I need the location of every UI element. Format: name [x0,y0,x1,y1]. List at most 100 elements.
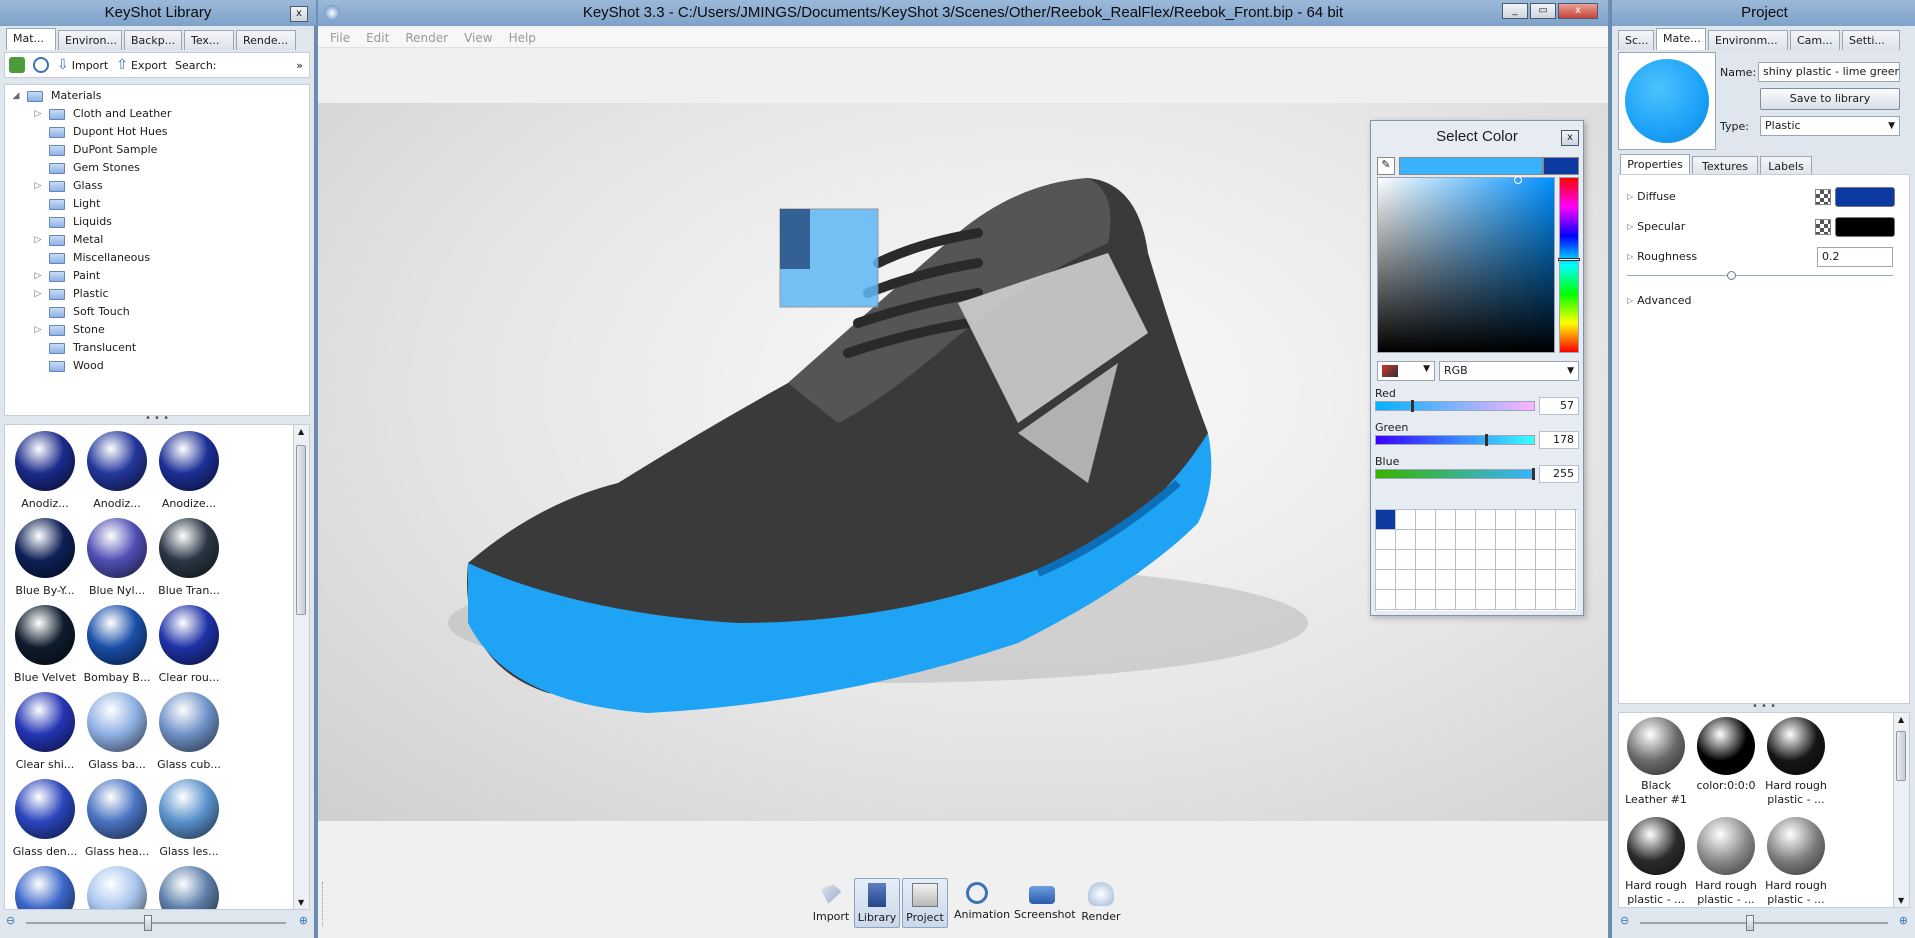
tab-scene[interactable]: Sc... [1618,30,1654,50]
screenshot-tool-button[interactable]: Screenshot [1014,878,1076,928]
material-thumb[interactable]: Glass cub... [153,692,225,771]
custom-color-swatch[interactable] [1476,530,1496,550]
material-thumb[interactable]: Glass les... [153,779,225,858]
material-type-select[interactable]: Plastic ▼ [1760,116,1900,136]
menu-view[interactable]: View [464,28,492,47]
subtab-textures[interactable]: Textures [1692,156,1758,176]
material-thumb[interactable]: Bombay B... [81,605,153,684]
project-material-thumb[interactable]: Hard rough plastic - ... [1761,817,1831,907]
custom-color-swatch[interactable] [1436,510,1456,530]
expand-arrow-icon[interactable]: ▷ [1627,217,1633,237]
project-thumbnail-scrollbar[interactable]: ▲ ▼ [1893,713,1909,907]
zoom-in-icon[interactable]: ⊕ [1899,914,1908,927]
custom-color-swatch[interactable] [1436,570,1456,590]
library-close-button[interactable]: x [290,6,308,22]
custom-color-swatch[interactable] [1556,550,1576,570]
scroll-down-icon[interactable]: ▼ [298,898,304,907]
custom-color-swatch[interactable] [1556,510,1576,530]
tab-renders[interactable]: Rende... [236,30,296,50]
material-thumb[interactable]: Blue Nyl... [81,518,153,597]
custom-color-swatch[interactable] [1536,570,1556,590]
custom-color-swatch[interactable] [1496,510,1516,530]
scroll-up-icon[interactable]: ▲ [1898,715,1904,724]
material-thumb[interactable]: Anodize... [153,431,225,510]
saturation-value-picker[interactable] [1377,176,1555,353]
custom-color-swatch[interactable] [1416,590,1436,610]
thumbnail-scrollbar[interactable]: ▲ ▼ [293,425,309,909]
custom-color-swatch[interactable] [1516,510,1536,530]
specular-row[interactable]: ▷ Specular [1627,217,1685,237]
specular-color-swatch[interactable] [1835,217,1895,237]
custom-color-swatch[interactable] [1396,570,1416,590]
material-thumb[interactable]: Clear rou... [153,605,225,684]
tree-item[interactable]: Miscellaneous [5,249,309,267]
custom-color-swatch[interactable] [1496,550,1516,570]
custom-color-swatch[interactable] [1416,570,1436,590]
green-slider[interactable] [1375,434,1535,446]
custom-color-swatch[interactable] [1496,590,1516,610]
material-thumb[interactable]: Glass den... [9,779,81,858]
material-thumb[interactable]: Blue By-Y... [9,518,81,597]
red-value-field[interactable]: 57 [1539,397,1579,415]
color-mode-select[interactable]: RGB ▼ [1439,361,1579,381]
color-picker-dropdown[interactable]: ▼ [1377,361,1435,381]
custom-color-swatch[interactable] [1456,590,1476,610]
custom-color-swatch[interactable] [1376,570,1396,590]
custom-color-swatch[interactable] [1556,570,1576,590]
material-thumb[interactable]: Blue Velvet [9,605,81,684]
expand-arrow-icon[interactable]: ▷ [33,267,43,285]
blue-slider[interactable] [1375,468,1535,480]
material-thumb[interactable]: Glass ba... [81,692,153,771]
material-thumb[interactable]: Anodiz... [9,431,81,510]
custom-color-swatch[interactable] [1516,530,1536,550]
animation-tool-button[interactable]: Animation [954,878,1010,928]
project-material-thumb[interactable]: color:0:0:0 [1691,717,1761,793]
custom-color-swatch[interactable] [1376,590,1396,610]
scroll-down-icon[interactable]: ▼ [1898,896,1904,905]
custom-color-swatch[interactable] [1536,550,1556,570]
maximize-button[interactable]: ▭ [1530,3,1556,19]
export-button[interactable]: ⇧ Export [116,57,167,73]
scroll-thumb[interactable] [1896,731,1906,781]
custom-color-swatch[interactable] [1436,530,1456,550]
texture-map-icon[interactable] [1815,219,1831,235]
tree-item[interactable]: Liquids [5,213,309,231]
project-material-thumb[interactable]: Black Leather #1 [1621,717,1691,807]
material-thumb[interactable]: Blue Tran... [153,518,225,597]
advanced-row[interactable]: ▷ Advanced [1627,291,1692,311]
tab-settings[interactable]: Setti... [1842,30,1900,50]
diffuse-row[interactable]: ▷ Diffuse [1627,187,1676,207]
menu-help[interactable]: Help [509,28,536,47]
custom-color-swatch[interactable] [1456,550,1476,570]
tab-environments[interactable]: Environ... [58,30,122,50]
select-color-close-button[interactable]: x [1561,130,1579,146]
project-material-thumb[interactable]: Hard rough plastic - ... [1691,817,1761,907]
custom-color-swatch[interactable] [1556,590,1576,610]
custom-color-swatch[interactable] [1456,530,1476,550]
custom-color-swatch[interactable] [1516,590,1536,610]
tree-item[interactable]: ▷ Glass [5,177,309,195]
collapse-arrow-icon[interactable]: ◢ [11,87,21,105]
project-material-thumb[interactable]: Hard rough plastic - ... [1621,817,1691,907]
material-thumb[interactable] [81,866,153,909]
hue-slider[interactable] [1558,177,1580,353]
sv-cursor[interactable] [1514,176,1522,184]
tab-textures[interactable]: Tex... [184,30,234,50]
hue-cursor[interactable] [1558,258,1580,261]
zoom-out-icon[interactable]: ⊖ [1620,914,1629,927]
texture-map-icon[interactable] [1815,189,1831,205]
material-thumb[interactable] [153,866,225,909]
custom-color-swatch[interactable] [1436,550,1456,570]
tab-material[interactable]: Mate... [1656,28,1706,50]
zoom-slider-knob[interactable] [144,915,152,931]
tree-item[interactable]: Light [5,195,309,213]
custom-color-swatch[interactable] [1496,570,1516,590]
render-tool-button[interactable]: Render [1078,878,1124,928]
scroll-thumb[interactable] [296,445,306,615]
expand-arrow-icon[interactable]: ▷ [33,105,43,123]
custom-color-swatch[interactable] [1476,570,1496,590]
expand-arrow-icon[interactable]: ▷ [33,321,43,339]
tree-item[interactable]: Soft Touch [5,303,309,321]
expand-arrow-icon[interactable]: ▷ [1627,291,1633,311]
subtab-labels[interactable]: Labels [1760,156,1812,176]
